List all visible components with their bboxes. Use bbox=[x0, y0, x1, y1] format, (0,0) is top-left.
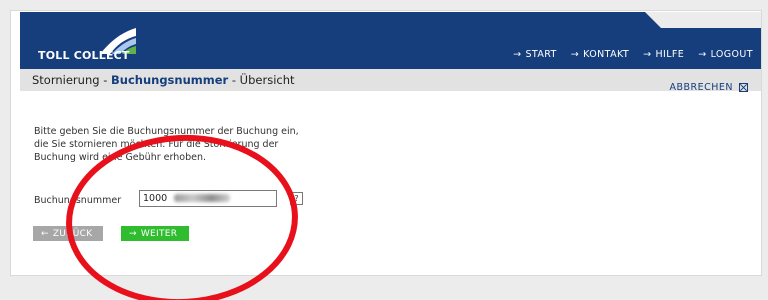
back-button[interactable]: ← ZURÜCK bbox=[33, 226, 103, 241]
arrow-right-icon: → bbox=[570, 49, 580, 60]
booking-number-label: Buchungsnummer bbox=[34, 195, 122, 206]
back-label: ZURÜCK bbox=[52, 228, 93, 239]
next-button[interactable]: → WEITER bbox=[121, 226, 189, 241]
redacted-value bbox=[174, 194, 230, 202]
nav-logout-link[interactable]: → LOGOUT bbox=[698, 49, 753, 60]
arrow-right-icon: → bbox=[129, 228, 137, 239]
nav-start-link[interactable]: → START bbox=[513, 49, 557, 60]
nav-hilfe-label: HILFE bbox=[655, 49, 685, 60]
close-box-icon bbox=[739, 83, 748, 92]
instructions-line: die Sie stornieren möchten. Für die Stor… bbox=[34, 139, 279, 150]
header-notch bbox=[645, 12, 761, 28]
instructions-line: Buchung wird eine Gebühr erhoben. bbox=[34, 152, 206, 163]
nav-start-label: START bbox=[525, 49, 557, 60]
cancel-label: ABBRECHEN bbox=[669, 82, 733, 93]
top-nav: → START → KONTAKT → HILFE → LOGOUT bbox=[513, 49, 753, 60]
breadcrumb-page: - Übersicht bbox=[228, 73, 295, 87]
cancel-button[interactable]: ABBRECHEN bbox=[669, 82, 748, 93]
breadcrumb-bar: Stornierung - Buchungsnummer - Übersicht bbox=[20, 69, 761, 91]
nav-kontakt-label: KONTAKT bbox=[583, 49, 630, 60]
instructions-line: Bitte geben Sie die Buchungsnummer der B… bbox=[34, 126, 299, 137]
breadcrumb-section: Stornierung - bbox=[32, 73, 111, 87]
arrow-left-icon: ← bbox=[41, 228, 49, 239]
instructions-text: Bitte geben Sie die Buchungsnummer der B… bbox=[34, 125, 314, 164]
brand-name[interactable]: TOLL COLLECT bbox=[38, 49, 130, 62]
breadcrumb-current: Buchungsnummer bbox=[111, 73, 229, 87]
arrow-right-icon: → bbox=[513, 49, 522, 60]
arrow-right-icon: → bbox=[643, 49, 652, 60]
help-icon[interactable]: ? bbox=[290, 192, 303, 205]
site-header: TOLL COLLECT → START → KONTAKT → HILFE → LOG… bbox=[20, 12, 761, 69]
arrow-right-icon: → bbox=[698, 49, 707, 60]
breadcrumb: Stornierung - Buchungsnummer - Übersicht bbox=[32, 73, 295, 87]
next-label: WEITER bbox=[140, 228, 178, 239]
nav-logout-label: LOGOUT bbox=[710, 49, 753, 60]
nav-hilfe-link[interactable]: → HILFE bbox=[643, 49, 684, 60]
nav-kontakt-link[interactable]: → KONTAKT bbox=[571, 49, 629, 60]
